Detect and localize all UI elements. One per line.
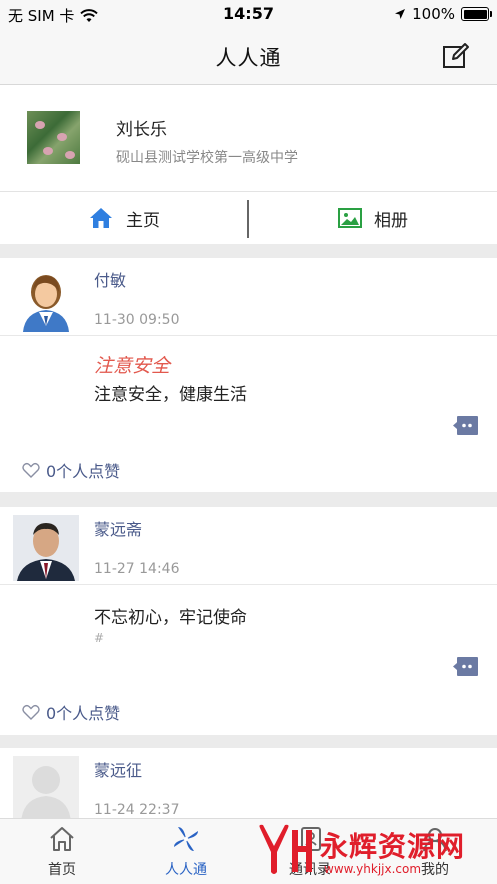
feed-post[interactable]: 付敏 11-30 09:50 注意安全 注意安全，健康生活 0个人点赞: [0, 258, 497, 492]
profile-card[interactable]: 刘长乐 砚山县测试学校第一高级中学: [0, 85, 497, 192]
contacts-icon: [301, 827, 321, 851]
home-icon: [90, 208, 112, 228]
tabbar-item-contacts[interactable]: 通讯录: [248, 819, 372, 884]
comment-icon[interactable]: [453, 656, 479, 677]
home-icon: [50, 827, 74, 851]
heart-icon[interactable]: [22, 704, 40, 720]
author-name[interactable]: 蒙远斋: [94, 516, 142, 540]
comment-icon[interactable]: [453, 415, 479, 436]
tabbar-label: 通讯录: [289, 862, 331, 878]
profile-avatar[interactable]: [27, 111, 80, 164]
status-bar: 无 SIM 卡 14:57 100%: [0, 0, 497, 28]
page-title: 人人通: [215, 46, 282, 70]
like-row[interactable]: 0个人点赞: [22, 458, 120, 482]
status-right: 100%: [394, 5, 492, 23]
divider: [0, 335, 497, 336]
post-tag: #: [94, 631, 105, 645]
tab-album-label: 相册: [374, 210, 408, 231]
bottom-tab-bar: 首页 人人通 通讯录 我的: [0, 818, 497, 884]
profile-icon: [423, 828, 447, 852]
feed-post[interactable]: 蒙远斋 11-27 14:46 不忘初心，牢记使命 # 0个人点赞: [0, 507, 497, 735]
tab-album[interactable]: 相册: [249, 192, 497, 244]
tabbar-item-renrentong[interactable]: 人人通: [124, 819, 248, 884]
like-count: 0个人点赞: [46, 704, 121, 723]
tabbar-item-mine[interactable]: 我的: [373, 819, 497, 884]
profile-tabs: 主页 相册: [0, 192, 497, 244]
author-name[interactable]: 蒙远征: [94, 757, 142, 781]
post-body: 不忘初心，牢记使命: [94, 608, 247, 628]
section-gap: [0, 492, 497, 507]
profile-name: 刘长乐: [116, 120, 167, 140]
pinwheel-icon: [174, 827, 198, 851]
battery-icon: [461, 7, 492, 21]
post-time: 11-30 09:50: [94, 312, 180, 328]
location-arrow-icon: [395, 9, 406, 19]
tab-home[interactable]: 主页: [0, 192, 248, 244]
author-avatar[interactable]: [13, 266, 79, 332]
section-gap: [0, 244, 497, 258]
tabbar-label: 我的: [421, 862, 449, 878]
man-avatar-icon: [13, 515, 79, 581]
tabbar-label: 人人通: [165, 862, 207, 878]
profile-school: 砚山县测试学校第一高级中学: [116, 150, 298, 166]
section-gap: [0, 735, 497, 748]
like-row[interactable]: 0个人点赞: [22, 700, 120, 724]
placeholder-avatar-icon: [13, 756, 79, 818]
feed-post[interactable]: 蒙远征 11-24 22:37: [0, 748, 497, 818]
tabbar-item-home[interactable]: 首页: [0, 819, 124, 884]
image-icon: [338, 208, 362, 228]
like-count: 0个人点赞: [46, 462, 121, 481]
battery-percent: 100%: [412, 5, 455, 23]
divider: [0, 584, 497, 585]
nav-bar: 人人通: [0, 28, 497, 85]
compose-icon[interactable]: [442, 42, 470, 70]
post-time: 11-27 14:46: [94, 561, 180, 577]
post-time: 11-24 22:37: [94, 802, 180, 818]
author-avatar[interactable]: [13, 756, 79, 818]
author-name[interactable]: 付敏: [94, 267, 126, 291]
tab-home-label: 主页: [126, 210, 160, 231]
heart-icon[interactable]: [22, 462, 40, 478]
tabbar-label: 首页: [48, 862, 76, 878]
post-body: 注意安全，健康生活: [94, 385, 247, 405]
woman-avatar-icon: [23, 275, 69, 332]
author-avatar[interactable]: [13, 515, 79, 581]
post-title: 注意安全: [94, 355, 171, 377]
